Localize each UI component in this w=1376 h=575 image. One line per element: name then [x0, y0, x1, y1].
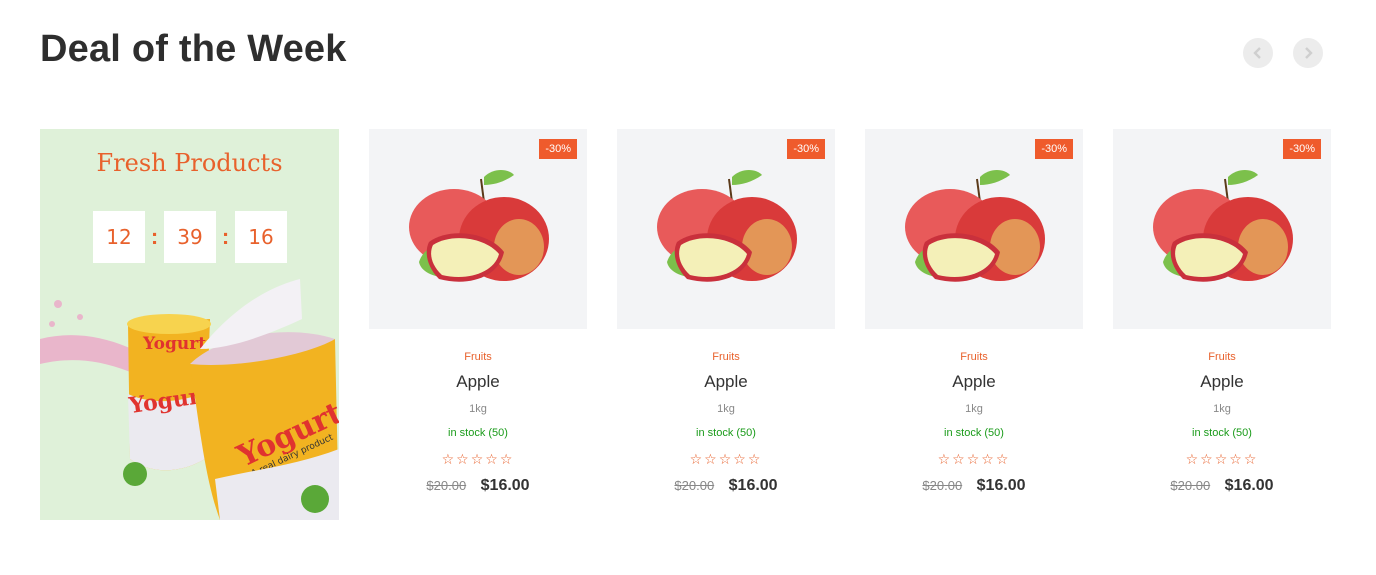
product-weight: 1kg: [469, 403, 487, 415]
star-rating: ☆☆☆☆☆: [441, 452, 515, 468]
product-card[interactable]: -30% Fruits Apple 1kg in stock (50) ☆☆☆☆…: [865, 129, 1083, 495]
product-image[interactable]: -30%: [617, 129, 835, 329]
star-rating: ☆☆☆☆☆: [1185, 452, 1259, 468]
yogurt-image: Yogurt Yogurt Yogurt A real dairy produc…: [40, 279, 339, 520]
carousel-next-button[interactable]: [1293, 38, 1323, 68]
promo-banner[interactable]: Fresh Products 12 : 39 : 16 Yogurt Yogur…: [40, 129, 339, 520]
stock-status: in stock (50): [944, 427, 1004, 439]
product-weight: 1kg: [965, 403, 983, 415]
product-name[interactable]: Apple: [369, 372, 587, 392]
old-price: $20.00: [674, 478, 715, 493]
old-price: $20.00: [1170, 478, 1211, 493]
product-category[interactable]: Fruits: [617, 351, 835, 363]
product-price: $20.00 $16.00: [617, 477, 835, 495]
product-card[interactable]: -30% Fruits Apple 1kg in stock (50) ☆☆☆☆…: [1113, 129, 1331, 495]
carousel-prev-button[interactable]: [1243, 38, 1273, 68]
discount-badge: -30%: [539, 139, 577, 159]
stock-status: in stock (50): [696, 427, 756, 439]
product-name[interactable]: Apple: [1113, 372, 1331, 392]
chevron-left-icon: [1253, 47, 1261, 59]
sale-price: $16.00: [480, 477, 530, 494]
product-image[interactable]: -30%: [369, 129, 587, 329]
product-name[interactable]: Apple: [617, 372, 835, 392]
timer-hours: 12: [93, 211, 145, 263]
old-price: $20.00: [426, 478, 467, 493]
discount-badge: -30%: [787, 139, 825, 159]
product-weight: 1kg: [1213, 403, 1231, 415]
chevron-right-icon: [1305, 47, 1313, 59]
discount-badge: -30%: [1035, 139, 1073, 159]
timer-minutes: 39: [164, 211, 216, 263]
star-rating: ☆☆☆☆☆: [937, 452, 1011, 468]
old-price: $20.00: [922, 478, 963, 493]
stock-status: in stock (50): [448, 427, 508, 439]
timer-seconds: 16: [235, 211, 287, 263]
timer-separator: :: [221, 224, 230, 249]
product-image[interactable]: -30%: [1113, 129, 1331, 329]
product-category[interactable]: Fruits: [369, 351, 587, 363]
discount-badge: -30%: [1283, 139, 1321, 159]
timer-separator: :: [150, 224, 159, 249]
sale-price: $16.00: [728, 477, 778, 494]
product-weight: 1kg: [717, 403, 735, 415]
apple-image: [409, 170, 549, 282]
section-title: Deal of the Week: [40, 28, 347, 70]
star-rating: ☆☆☆☆☆: [689, 452, 763, 468]
product-price: $20.00 $16.00: [369, 477, 587, 495]
product-category[interactable]: Fruits: [865, 351, 1083, 363]
product-card[interactable]: -30% Fruits Apple 1kg in stock (50) ☆☆☆☆…: [617, 129, 835, 495]
product-name[interactable]: Apple: [865, 372, 1083, 392]
apple-image: [905, 170, 1045, 282]
svg-text:Yogurt: Yogurt: [142, 334, 206, 354]
product-category[interactable]: Fruits: [1113, 351, 1331, 363]
sale-price: $16.00: [1224, 477, 1274, 494]
apple-image: [1153, 170, 1293, 282]
product-image[interactable]: -30%: [865, 129, 1083, 329]
sale-price: $16.00: [976, 477, 1026, 494]
apple-image: [657, 170, 797, 282]
product-price: $20.00 $16.00: [1113, 477, 1331, 495]
stock-status: in stock (50): [1192, 427, 1252, 439]
product-card[interactable]: -30% Fruits Apple 1kg in stock (50) ☆☆☆☆…: [369, 129, 587, 495]
product-price: $20.00 $16.00: [865, 477, 1083, 495]
countdown-timer: 12 : 39 : 16: [93, 211, 287, 263]
promo-title: Fresh Products: [96, 149, 283, 177]
